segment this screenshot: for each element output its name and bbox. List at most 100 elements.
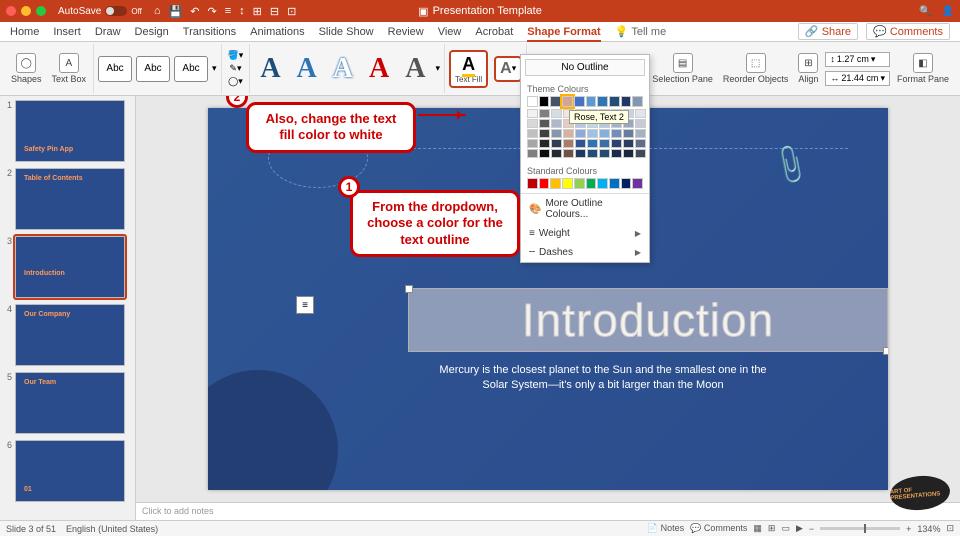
comments-button[interactable]: 💬 Comments — [866, 23, 950, 40]
slide-thumbnail[interactable]: Table of Contents — [15, 168, 125, 230]
colour-swatch[interactable] — [623, 129, 634, 138]
redo-icon[interactable]: ↷ — [207, 5, 216, 18]
colour-swatch[interactable] — [611, 139, 622, 148]
colour-swatch[interactable] — [527, 109, 538, 118]
colour-swatch[interactable] — [609, 178, 620, 189]
notes-pane[interactable]: Click to add notes — [136, 502, 960, 520]
colour-swatch[interactable] — [632, 178, 643, 189]
tab-acrobat[interactable]: Acrobat — [475, 26, 513, 38]
selection-pane-button[interactable]: ▤Selection Pane — [649, 51, 716, 86]
zoom-slider[interactable] — [820, 527, 900, 530]
tab-animations[interactable]: Animations — [250, 26, 304, 38]
shape-style-preset[interactable]: Abc — [136, 56, 170, 82]
zoom-level[interactable]: 134% — [917, 524, 940, 534]
colour-swatch[interactable] — [621, 96, 632, 107]
colour-swatch[interactable] — [587, 129, 598, 138]
colour-swatch[interactable] — [621, 178, 632, 189]
search-icon[interactable]: 🔍 — [919, 6, 931, 17]
expand-wordart-icon[interactable]: ▾ — [435, 63, 440, 74]
colour-swatch[interactable] — [551, 139, 562, 148]
colour-swatch[interactable] — [597, 96, 608, 107]
shape-effects-button[interactable]: ◯▾ — [228, 76, 243, 87]
close-window-icon[interactable] — [6, 6, 16, 16]
colour-swatch[interactable] — [599, 129, 610, 138]
slide-thumbnail[interactable]: Our Company — [15, 304, 125, 366]
shape-style-preset[interactable]: Abc — [98, 56, 132, 82]
tab-review[interactable]: Review — [388, 26, 424, 38]
fullscreen-window-icon[interactable] — [36, 6, 46, 16]
align-button[interactable]: ⊞Align — [795, 51, 821, 86]
sorter-view-icon[interactable]: ⊞ — [768, 523, 776, 534]
slide-thumbnail[interactable]: Safety Pin App — [15, 100, 125, 162]
qat-icon[interactable]: ⊡ — [287, 5, 296, 18]
zoom-in-button[interactable]: + — [906, 524, 911, 534]
colour-swatch[interactable] — [597, 178, 608, 189]
shape-fill-button[interactable]: 🪣▾ — [228, 50, 244, 61]
colour-swatch[interactable] — [586, 178, 597, 189]
height-input[interactable]: ↕ 1.27 cm ▾ — [825, 52, 890, 67]
colour-swatch[interactable] — [574, 96, 585, 107]
undo-icon[interactable]: ↶ — [190, 5, 199, 18]
colour-swatch[interactable] — [635, 139, 646, 148]
home-icon[interactable]: ⌂ — [154, 5, 161, 18]
slideshow-view-icon[interactable]: ▶ — [796, 523, 803, 534]
colour-swatch[interactable] — [539, 109, 550, 118]
colour-swatch[interactable] — [527, 96, 538, 107]
save-icon[interactable]: 💾 — [169, 5, 183, 18]
text-fill-button[interactable]: A Text Fill — [449, 50, 488, 88]
colour-swatch[interactable] — [587, 139, 598, 148]
colour-swatch[interactable] — [527, 139, 538, 148]
colour-swatch[interactable] — [527, 149, 538, 158]
share-button[interactable]: 🔗 Share — [798, 23, 858, 40]
colour-swatch[interactable] — [563, 139, 574, 148]
colour-swatch[interactable] — [539, 178, 550, 189]
user-icon[interactable]: 👤 — [942, 6, 954, 17]
normal-view-icon[interactable]: ▦ — [753, 523, 762, 534]
qat-icon[interactable]: ≡ — [225, 5, 231, 18]
colour-swatch[interactable] — [599, 149, 610, 158]
reorder-objects-button[interactable]: ⬚Reorder Objects — [720, 51, 792, 86]
slide-thumbnail[interactable]: Introduction — [15, 236, 125, 298]
colour-swatch[interactable] — [575, 129, 586, 138]
colour-swatch[interactable] — [539, 129, 550, 138]
colour-swatch[interactable] — [609, 96, 620, 107]
qat-icon[interactable]: ⊟ — [270, 5, 279, 18]
more-outline-colours-item[interactable]: 🎨More Outline Colours... — [521, 194, 649, 224]
tab-slideshow[interactable]: Slide Show — [319, 26, 374, 38]
colour-swatch[interactable] — [563, 129, 574, 138]
width-input[interactable]: ↔ 21.44 cm ▾ — [825, 71, 890, 86]
colour-swatch[interactable] — [551, 129, 562, 138]
dashes-submenu[interactable]: ╌Dashes▶ — [521, 243, 649, 262]
shape-style-preset[interactable]: Abc — [174, 56, 208, 82]
wordart-style[interactable]: A — [254, 53, 286, 85]
colour-swatch-hover[interactable] — [562, 96, 573, 107]
colour-swatch[interactable] — [527, 129, 538, 138]
slide-thumbnail[interactable]: 01 — [15, 440, 125, 502]
colour-swatch[interactable] — [539, 119, 550, 128]
colour-swatch[interactable] — [550, 96, 561, 107]
text-box-button[interactable]: AText Box — [49, 51, 90, 86]
colour-swatch[interactable] — [611, 149, 622, 158]
colour-swatch[interactable] — [574, 178, 585, 189]
colour-swatch[interactable] — [586, 96, 597, 107]
tab-view[interactable]: View — [438, 26, 462, 38]
weight-submenu[interactable]: ≡Weight▶ — [521, 224, 649, 243]
notes-toggle[interactable]: 📄 Notes — [647, 523, 684, 534]
wordart-style[interactable]: A — [363, 53, 395, 85]
colour-swatch[interactable] — [527, 178, 538, 189]
colour-swatch[interactable] — [575, 149, 586, 158]
text-outline-button[interactable]: A▾ — [494, 56, 522, 82]
wordart-style[interactable]: A — [399, 53, 431, 85]
colour-swatch[interactable] — [611, 129, 622, 138]
paste-options-icon[interactable]: ≡ — [296, 296, 314, 314]
language-label[interactable]: English (United States) — [66, 524, 158, 534]
colour-swatch[interactable] — [623, 139, 634, 148]
colour-swatch[interactable] — [563, 149, 574, 158]
expand-styles-icon[interactable]: ▾ — [212, 63, 217, 74]
qat-icon[interactable]: ⊞ — [253, 5, 262, 18]
colour-swatch[interactable] — [635, 149, 646, 158]
tab-design[interactable]: Design — [135, 26, 169, 38]
colour-swatch[interactable] — [635, 109, 646, 118]
colour-swatch[interactable] — [551, 109, 562, 118]
colour-swatch[interactable] — [635, 129, 646, 138]
